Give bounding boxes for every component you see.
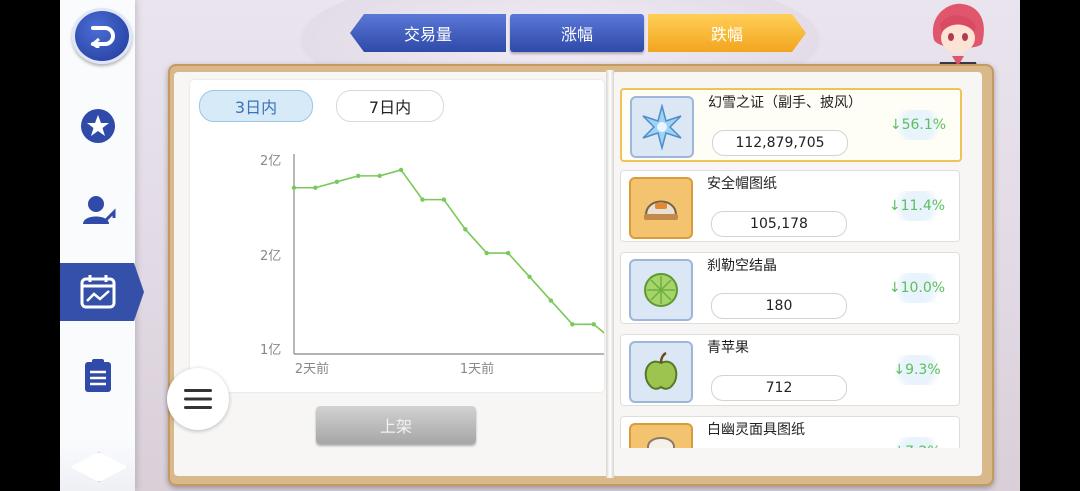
y-tick-label: 2亿 <box>260 154 281 169</box>
x-tick-label: 2天前 <box>295 361 329 377</box>
data-point <box>441 197 447 202</box>
data-point <box>420 197 425 202</box>
data-point <box>377 173 382 179</box>
item-name: 白幽灵面具图纸 <box>707 422 805 438</box>
item-name: 安全帽图纸 <box>707 176 777 192</box>
item-name: 青苹果 <box>707 340 749 356</box>
favorites-button[interactable] <box>72 100 124 152</box>
y-tick-label: 1亿 <box>260 343 281 358</box>
item-name: 幻雪之证（副手、披风） <box>708 95 862 111</box>
tab-rise[interactable]: 涨幅 <box>510 14 644 52</box>
item-price: 105,178 <box>711 211 847 237</box>
calendar-chart-icon <box>80 275 116 309</box>
star-icon <box>81 109 115 143</box>
item-change: ↓9.3% <box>887 355 947 385</box>
tab-volume[interactable]: 交易量 <box>350 14 506 52</box>
hamburger-menu-icon <box>184 389 212 409</box>
item-icon-frame <box>630 96 694 158</box>
tab-fall[interactable]: 跌幅 <box>648 14 806 52</box>
tab-bar: 交易量 涨幅 跌幅 <box>350 14 806 54</box>
back-button[interactable] <box>72 8 132 64</box>
item-list[interactable]: 幻雪之证（副手、披风） 112,879,705 ↓56.1% 安全帽图纸 105… <box>618 84 964 452</box>
list-item-button[interactable]: 上架 <box>316 406 476 444</box>
item-change: ↓11.4% <box>887 191 947 221</box>
price-line-chart: 2亿2亿1亿2天前1天前今天 <box>260 154 604 377</box>
clipboard-icon <box>85 359 111 392</box>
range-3-days-button[interactable]: 3日内 <box>199 90 313 122</box>
item-change: ↓10.0% <box>887 273 947 303</box>
x-tick-label: 1天前 <box>460 361 494 377</box>
market-trend-icon-wrap[interactable] <box>72 266 124 318</box>
book-spine <box>606 70 614 478</box>
data-point <box>527 274 532 280</box>
green-crystal-icon <box>644 273 678 307</box>
person-arrow-icon <box>83 196 116 224</box>
data-point <box>548 298 554 303</box>
y-tick-label: 2亿 <box>260 249 281 264</box>
data-point <box>463 227 468 232</box>
data-point <box>313 185 318 190</box>
helmet-blueprint-icon <box>644 200 678 220</box>
list-item[interactable]: 白幽灵面具图纸 ↓7.2% <box>620 416 960 452</box>
menu-button[interactable] <box>167 368 229 430</box>
tab-volume-label: 交易量 <box>403 25 452 44</box>
left-sidebar <box>60 0 144 491</box>
list-item[interactable]: 刹勒空结晶 180 ↓10.0% <box>620 252 960 324</box>
data-point <box>356 173 361 179</box>
data-point <box>570 322 575 327</box>
game-screen: 交易量 涨幅 跌幅 3日内 7日内 2亿2亿1亿2天前1天前今天 上架 <box>60 0 1020 491</box>
data-point <box>398 167 404 173</box>
list-item[interactable]: 安全帽图纸 105,178 ↓11.4% <box>620 170 960 242</box>
data-point <box>334 179 340 185</box>
records-button[interactable] <box>72 350 124 402</box>
item-icon-frame <box>629 341 693 403</box>
item-icon-frame <box>629 177 693 239</box>
tab-fall-label: 跌幅 <box>710 25 743 44</box>
series-line <box>294 169 604 334</box>
snow-crystal-icon <box>642 104 682 150</box>
item-change: ↓56.1% <box>888 110 948 140</box>
data-point <box>291 185 297 190</box>
item-name: 刹勒空结晶 <box>707 258 777 274</box>
range-7-days-button[interactable]: 7日内 <box>336 90 444 122</box>
back-arrow-icon <box>90 26 115 48</box>
data-point <box>591 322 596 327</box>
item-icon-frame <box>629 259 693 321</box>
list-item[interactable]: 幻雪之证（副手、披风） 112,879,705 ↓56.1% <box>620 88 962 162</box>
page-bottom-edge <box>618 448 964 458</box>
item-price: 712 <box>711 375 847 401</box>
data-point <box>484 250 489 256</box>
data-point <box>505 250 511 256</box>
tab-rise-label: 涨幅 <box>560 25 593 44</box>
trade-button[interactable] <box>72 184 124 236</box>
green-apple-icon <box>644 351 678 390</box>
list-item[interactable]: 青苹果 712 ↓9.3% <box>620 334 960 406</box>
item-price: 112,879,705 <box>712 130 848 156</box>
item-price: 180 <box>711 293 847 319</box>
